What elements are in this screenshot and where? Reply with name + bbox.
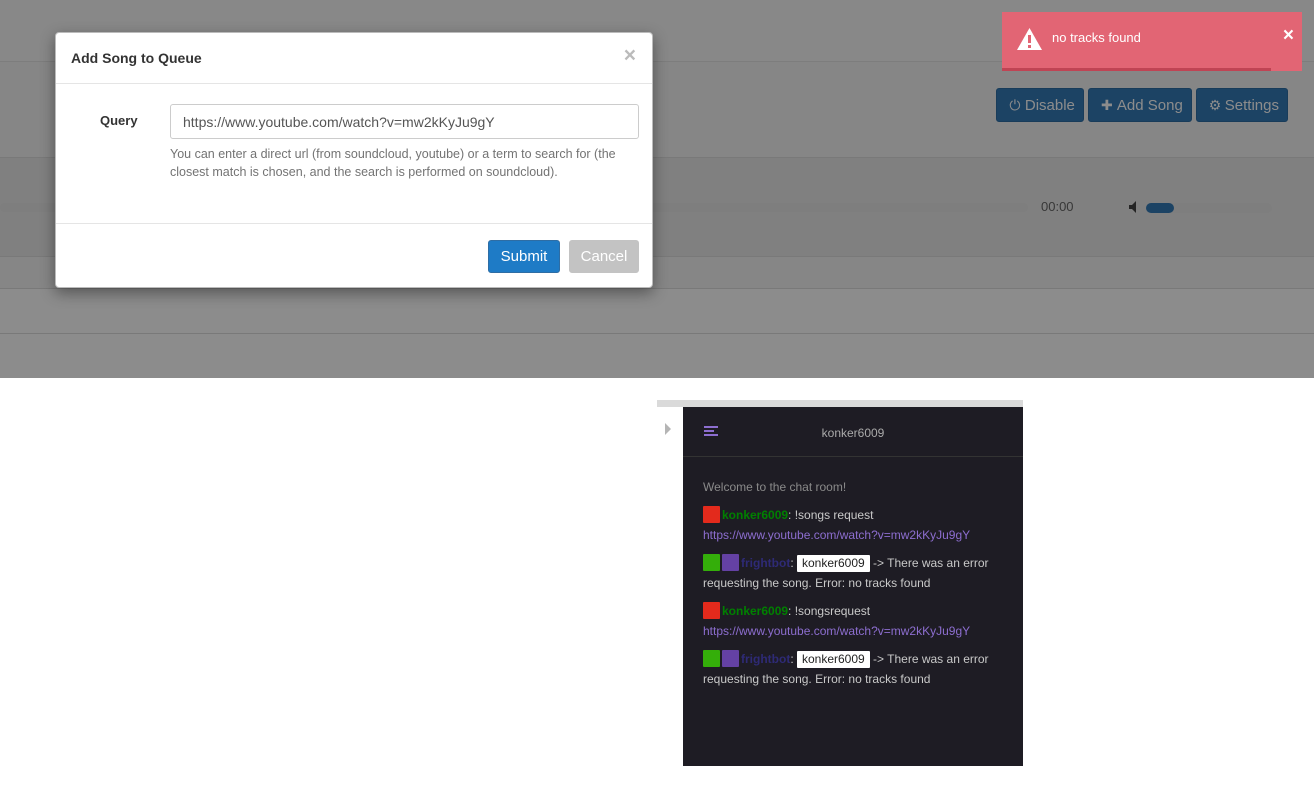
bot-badge-icon [722,650,739,667]
modal-header: Add Song to Queue × [56,33,652,84]
broadcaster-badge-icon [703,602,720,619]
chat-channel-name: konker6009 [821,426,885,440]
chat-message: frightbot: konker6009 -> There was an er… [703,553,1007,593]
chat-username[interactable]: frightbot [741,556,790,570]
modal-body: Query You can enter a direct url (from s… [56,84,652,224]
chat-mention[interactable]: konker6009 [796,651,870,668]
chat-link[interactable]: https://www.youtube.com/watch?v=mw2kKyJu… [703,624,970,638]
chat-separator: : [788,604,795,618]
error-toast: no tracks found × [1002,12,1302,71]
modal-footer: Submit Cancel [56,224,652,288]
query-input[interactable] [170,104,639,139]
broadcaster-badge-icon [703,506,720,523]
chat-message: frightbot: konker6009 -> There was an er… [703,649,1007,689]
cancel-button[interactable]: Cancel [569,240,639,273]
chat-container: konker6009 Welcome to the chat room! kon… [657,400,1023,766]
chat-username[interactable]: frightbot [741,652,790,666]
chat-separator: : [790,652,797,666]
toast-message: no tracks found [1052,30,1141,45]
chat-separator: : [790,556,797,570]
chat-mention[interactable]: konker6009 [796,555,870,572]
chat-collapse-gutter [657,407,683,766]
chat-panel: konker6009 Welcome to the chat room! kon… [683,407,1023,766]
chat-message: konker6009: !songsrequest https://www.yo… [703,601,1007,641]
add-song-modal: Add Song to Queue × Query You can enter … [55,32,653,288]
chat-text: !songs request [794,508,874,522]
chat-top-border [657,400,1023,407]
chat-text: !songsrequest [794,604,871,618]
bot-badge-icon [722,554,739,571]
modal-title: Add Song to Queue [71,50,202,66]
moderator-badge-icon [703,650,720,667]
chat-username[interactable]: konker6009 [722,508,788,522]
toast-timer-bar [1002,68,1271,71]
moderator-badge-icon [703,554,720,571]
collapse-arrow-icon[interactable] [665,423,671,435]
query-label: Query [100,113,138,128]
chat-username[interactable]: konker6009 [722,604,788,618]
chat-link[interactable]: https://www.youtube.com/watch?v=mw2kKyJu… [703,528,970,542]
chat-message: konker6009: !songs request https://www.y… [703,505,1007,545]
submit-button[interactable]: Submit [488,240,560,273]
chat-messages: Welcome to the chat room! konker6009: !s… [683,457,1023,689]
chat-welcome: Welcome to the chat room! [703,480,847,494]
modal-close-button[interactable]: × [624,45,636,66]
query-help-text: You can enter a direct url (from soundcl… [170,147,616,179]
chat-separator: : [788,508,795,522]
toast-close-button[interactable]: × [1283,25,1294,47]
chat-header: konker6009 [683,407,1023,457]
warning-icon [1017,28,1042,50]
